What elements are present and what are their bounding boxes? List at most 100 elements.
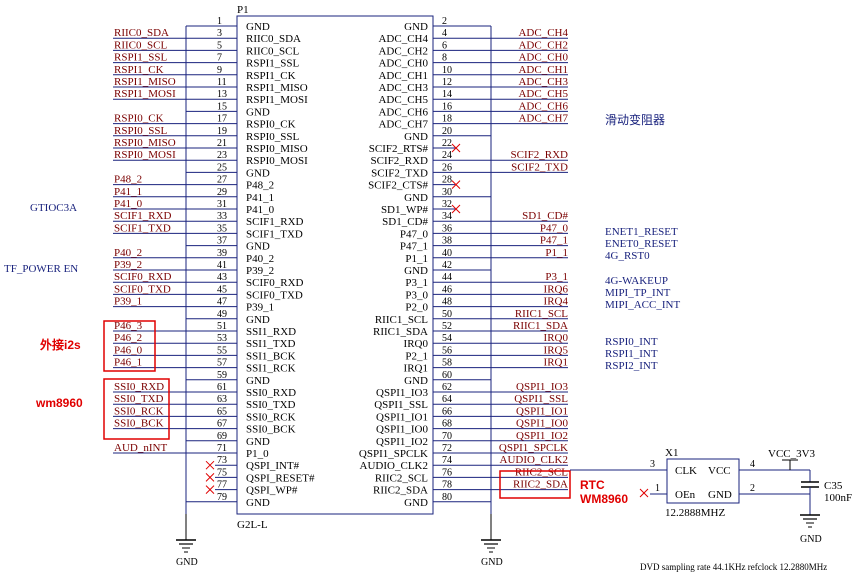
- left-pin-name: RSPI0_CK: [246, 119, 296, 131]
- right-net-label: IRQ5: [544, 344, 569, 356]
- left-pin-number: 23: [217, 150, 227, 161]
- left-pin-name: SCIF1_TXD: [246, 228, 303, 240]
- right-pin-name: P3_0: [405, 289, 428, 301]
- right-net-label: QSPI1_IO2: [516, 430, 568, 442]
- left-pin-number: 59: [217, 370, 227, 381]
- right-net-label: AUDIO_CLK2: [500, 454, 568, 466]
- left-pin-number: 75: [217, 467, 227, 478]
- right-pin-name: P3_1: [405, 277, 428, 289]
- schematic-canvas: P1 G2L-L 1 GND 3 RIIC0_SDA RIIC0_SDA 5 RIIC0_S…: [4, 4, 852, 572]
- right-pin-number: 26: [442, 162, 452, 173]
- rspi1-int-note: RSPI1_INT: [605, 348, 658, 360]
- left-pin-number: 27: [217, 175, 227, 186]
- right-net-label: ADC_CH4: [518, 27, 568, 39]
- left-net-label: P40_2: [114, 247, 142, 259]
- left-net-label: SCIF0_TXD: [114, 283, 171, 295]
- right-pin-number: 24: [442, 150, 452, 161]
- right-pin-name: SD1_WP#: [381, 204, 429, 216]
- mipi-tp-note: MIPI_TP_INT: [605, 287, 671, 299]
- right-pin-number: 42: [442, 260, 452, 271]
- left-pin-name: SSI1_BCK: [246, 350, 296, 362]
- left-net-label: P46_1: [114, 357, 142, 369]
- right-net-label: ADC_CH0: [518, 52, 568, 64]
- left-net-label: RSPI1_CK: [114, 64, 164, 76]
- left-pin-number: 67: [217, 419, 227, 430]
- right-net-label: ADC_CH2: [518, 39, 568, 51]
- left-net-label: RSPI0_CK: [114, 113, 164, 125]
- right-pin-number: 16: [442, 101, 452, 112]
- cap-ref: C35: [824, 480, 843, 492]
- left-pin-name: P41_1: [246, 192, 274, 204]
- left-net-label: RSPI1_MISO: [114, 76, 176, 88]
- right-pin-number: 34: [442, 211, 452, 222]
- right-pin-name: SCIF2_RXD: [371, 155, 429, 167]
- right-pin-name: SCIF2_RTS#: [369, 143, 429, 155]
- left-pin-number: 49: [217, 309, 227, 320]
- right-pin-number: 14: [442, 89, 452, 100]
- right-net-label: P3_1: [545, 271, 568, 283]
- right-net-label: RIIC1_SDA: [513, 320, 568, 332]
- right-pin-name: QSPI1_IO1: [376, 411, 428, 423]
- left-net-label: RIIC0_SCL: [114, 39, 167, 51]
- right-pin-name: RIIC2_SDA: [373, 485, 428, 497]
- left-pin-number: 41: [217, 260, 227, 271]
- left-net-label: RSPI0_MOSI: [114, 149, 176, 161]
- left-pin-number: 69: [217, 431, 227, 442]
- left-pin-number: 55: [217, 345, 227, 356]
- left-pin-name: QSPI_INT#: [246, 460, 300, 472]
- left-net-label: P41_0: [114, 198, 143, 210]
- right-pin-name: QSPI1_IO0: [376, 424, 428, 436]
- right-pin-name: AUDIO_CLK2: [360, 460, 428, 472]
- right-pin-name: RIIC1_SDA: [373, 326, 428, 338]
- nc-mark-osc: [639, 488, 649, 498]
- wm8960-note: wm8960: [35, 396, 83, 410]
- right-net-label: IRQ6: [544, 283, 569, 295]
- left-pin-name: RSPI0_MISO: [246, 143, 308, 155]
- right-net-label: P1_1: [545, 247, 568, 259]
- left-net-label: SCIF1_TXD: [114, 222, 171, 234]
- cap-value: 100nF: [824, 492, 852, 504]
- left-pin-name: SSI1_RCK: [246, 363, 296, 375]
- left-pin-number: 65: [217, 406, 227, 417]
- left-pin-number: 5: [217, 40, 222, 51]
- right-net-label: RIIC2_SDA: [513, 479, 568, 491]
- right-pin-name: ADC_CH0: [378, 58, 428, 70]
- left-pin-name: GND: [246, 436, 270, 448]
- right-pin-name: P1_1: [405, 253, 428, 265]
- gnd-symbol-left: GND: [176, 514, 198, 568]
- left-net-label: SSI0_TXD: [114, 393, 164, 405]
- osc-pin4: 4: [750, 459, 755, 470]
- right-pin-number: 44: [442, 272, 452, 283]
- right-pin-number: 80: [442, 492, 452, 503]
- osc-pin2: 2: [750, 483, 755, 494]
- left-net-label: SSI0_BCK: [114, 418, 164, 430]
- left-pin-name: SSI1_RXD: [246, 326, 296, 338]
- osc-oen-label: OEn: [675, 489, 696, 501]
- right-net-label: P47_1: [540, 235, 568, 247]
- gnd-label-right: GND: [481, 557, 503, 568]
- left-net-label: SSI0_RXD: [114, 381, 164, 393]
- right-pin-name: ADC_CH2: [378, 45, 428, 57]
- right-pin-name: P47_0: [400, 228, 429, 240]
- left-net-label: SCIF1_RXD: [114, 210, 172, 222]
- right-pin-number: 52: [442, 321, 452, 332]
- right-net-label: QSPI1_IO1: [516, 405, 568, 417]
- left-pin-number: 17: [217, 114, 227, 125]
- left-net-label: SCIF0_RXD: [114, 271, 172, 283]
- osc-ref: X1: [665, 447, 678, 459]
- right-pin-number: 6: [442, 40, 447, 51]
- right-pin-number: 76: [442, 467, 452, 478]
- i2s-note: 外接i2s: [40, 337, 81, 352]
- right-pin-number: 22: [442, 138, 452, 149]
- right-net-label: ADC_CH5: [518, 88, 568, 100]
- left-pin-number: 3: [217, 28, 222, 39]
- left-pin-name: RIIC0_SCL: [246, 45, 299, 57]
- gnd-label-cap: GND: [800, 534, 822, 545]
- right-net-label: QSPI1_IO3: [516, 381, 568, 393]
- right-net-label: QSPI1_SPCLK: [499, 442, 568, 454]
- right-pin-name: QSPI1_IO3: [376, 387, 428, 399]
- right-pin-name: P47_1: [400, 241, 428, 253]
- right-pin-name: QSPI1_SSL: [374, 399, 428, 411]
- left-net-label: P46_0: [114, 344, 143, 356]
- left-pin-number: 57: [217, 358, 227, 369]
